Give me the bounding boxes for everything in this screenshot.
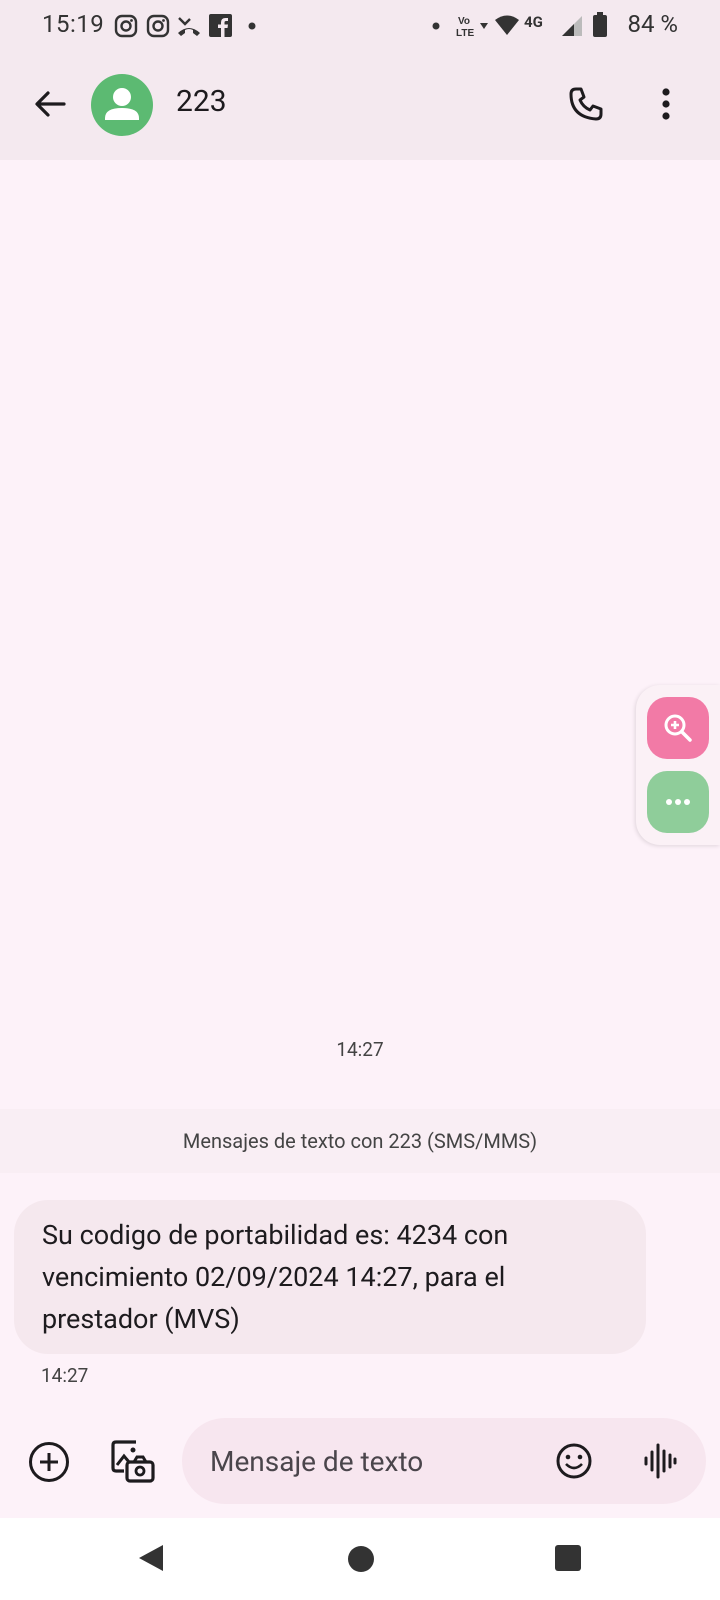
add-attachment-icon[interactable] — [27, 1440, 71, 1484]
dot-icon — [432, 22, 440, 30]
contact-avatar[interactable] — [91, 74, 153, 136]
conversation-timestamp: 14:27 — [336, 1038, 384, 1061]
thread-label: Mensajes de texto con 223 (SMS/MMS) — [182, 1129, 538, 1153]
thread-info-banner: Mensajes de texto con 223 (SMS/MMS) — [0, 1109, 720, 1173]
battery-icon — [593, 12, 607, 37]
message-time: 14:27 — [41, 1364, 89, 1387]
status-time: 15:19 — [42, 10, 105, 38]
volte-icon: Vo LTE — [456, 16, 488, 38]
wifi-icon — [495, 15, 519, 35]
person-icon — [105, 88, 139, 120]
facebook-icon — [209, 14, 232, 37]
contact-name[interactable]: 223 — [176, 84, 227, 119]
back-arrow-icon[interactable] — [28, 82, 72, 126]
more-tools-button[interactable] — [647, 771, 709, 833]
message-composer — [182, 1418, 706, 1504]
conversation-header: 223 — [0, 52, 720, 160]
instagram-icon — [146, 14, 170, 38]
nav-home-icon[interactable] — [348, 1546, 374, 1572]
nav-back-icon[interactable] — [136, 1542, 166, 1574]
voice-message-icon[interactable] — [640, 1441, 680, 1481]
svg-text:Vo: Vo — [458, 16, 470, 27]
instagram-icon — [114, 14, 138, 38]
dot-icon — [248, 22, 256, 30]
signal-icon — [562, 16, 582, 36]
more-horiz-icon — [666, 799, 690, 805]
more-vert-icon[interactable] — [656, 84, 676, 124]
gallery-camera-icon[interactable] — [110, 1438, 156, 1484]
floating-tools-panel — [636, 685, 720, 845]
emoji-icon[interactable] — [554, 1441, 594, 1481]
nav-recents-icon[interactable] — [555, 1545, 581, 1571]
system-navigation-bar — [0, 1518, 720, 1600]
message-input[interactable] — [210, 1418, 530, 1504]
phone-icon[interactable] — [566, 84, 606, 124]
zoom-in-icon — [664, 714, 692, 742]
message-bubble[interactable]: Su codigo de portabilidad es: 4234 con v… — [14, 1200, 646, 1354]
missed-call-icon — [178, 17, 200, 36]
svg-text:LTE: LTE — [456, 28, 474, 38]
battery-percent: 84 % — [627, 10, 678, 38]
message-text: Su codigo de portabilidad es: 4234 con v… — [42, 1219, 509, 1335]
status-bar: 15:19 Vo LTE 4G 84 % — [0, 0, 720, 52]
zoom-button[interactable] — [647, 697, 709, 759]
network-type: 4G — [524, 13, 543, 31]
